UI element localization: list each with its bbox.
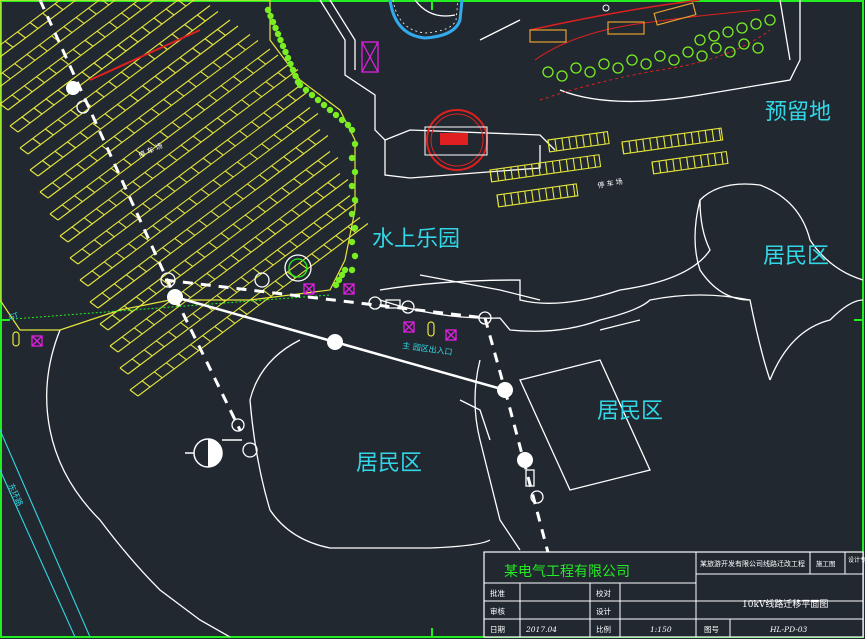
label-residential-2: 居民区 bbox=[597, 399, 663, 424]
stall-cluster bbox=[621, 127, 724, 155]
project-name: 某旅游开发有限公司线路迁改工程 bbox=[700, 559, 805, 568]
label-residential-1: 居民区 bbox=[763, 244, 829, 269]
cad-drawing: 水上乐园 预留地 居民区 居民区 居民区 主 园区出入口 东环路 GT 停 车 … bbox=[0, 0, 865, 639]
date-value: 2017.04 bbox=[525, 625, 557, 634]
drawing-name: 10kV线路迁移平面图 bbox=[742, 598, 828, 610]
pole-circles bbox=[76, 100, 544, 504]
stall-row bbox=[119, 195, 359, 375]
label-drawing-no: 图号 bbox=[704, 625, 719, 634]
stall-row bbox=[0, 0, 77, 58]
scale-value: 1:150 bbox=[650, 625, 672, 634]
label-reserved: 预留地 bbox=[765, 100, 831, 125]
pool-outline bbox=[388, 0, 464, 40]
stall-row bbox=[29, 19, 239, 177]
stall-row bbox=[39, 34, 259, 199]
stall-row bbox=[59, 63, 299, 243]
cad-canvas: 水上乐园 预留地 居民区 居民区 居民区 主 园区出入口 东环路 GT 停 车 … bbox=[0, 0, 865, 638]
label-design: 设计 bbox=[596, 606, 611, 616]
stage-value: 施工图 bbox=[816, 559, 836, 568]
stall-cluster bbox=[547, 131, 610, 153]
central-building bbox=[424, 109, 488, 171]
stall-row bbox=[9, 0, 195, 133]
drawing-frame bbox=[0, 0, 864, 638]
label-parking-b: 停 车 场 bbox=[597, 177, 624, 190]
label-residential-3: 居民区 bbox=[356, 451, 422, 476]
stall-cluster bbox=[489, 154, 602, 183]
stall-row bbox=[69, 85, 309, 265]
top-right-buildings bbox=[529, 0, 776, 101]
drawing-no: HL-PD-03 bbox=[769, 625, 808, 634]
stall-cluster bbox=[496, 183, 579, 208]
stall-row bbox=[89, 129, 329, 309]
label-gate: 主 园区出入口 bbox=[402, 340, 453, 357]
stall-row bbox=[99, 151, 339, 331]
label-scale: 比例 bbox=[596, 624, 611, 634]
parking-stalls-right bbox=[489, 127, 729, 208]
label-approve: 批准 bbox=[490, 588, 505, 598]
stall-row bbox=[19, 5, 219, 155]
label-date: 日期 bbox=[490, 625, 505, 634]
title-block: 某电气工程有限公司 某旅游开发有限公司线路迁改工程 施工图 设计专业 10kV线… bbox=[483, 551, 865, 638]
frame-ticks bbox=[1, 1, 863, 637]
stall-row bbox=[109, 173, 349, 353]
area-labels: 水上乐园 预留地 居民区 居民区 居民区 主 园区出入口 东环路 GT bbox=[6, 100, 831, 508]
label-parking-a: 停 车 场 bbox=[137, 141, 164, 160]
label-check: 校对 bbox=[596, 588, 611, 598]
stall-row bbox=[79, 107, 319, 287]
discipline: 设计专业 bbox=[848, 556, 865, 564]
stall-cluster bbox=[651, 150, 729, 175]
label-left-marker: GT bbox=[8, 311, 20, 322]
company-name: 某电气工程有限公司 bbox=[504, 564, 630, 580]
stall-row bbox=[129, 217, 369, 397]
label-water-park: 水上乐园 bbox=[372, 227, 460, 252]
label-road: 东环路 bbox=[6, 482, 25, 508]
transformer-icon bbox=[185, 438, 242, 468]
label-review: 审核 bbox=[490, 606, 505, 616]
east-ring-road bbox=[0, 429, 91, 638]
